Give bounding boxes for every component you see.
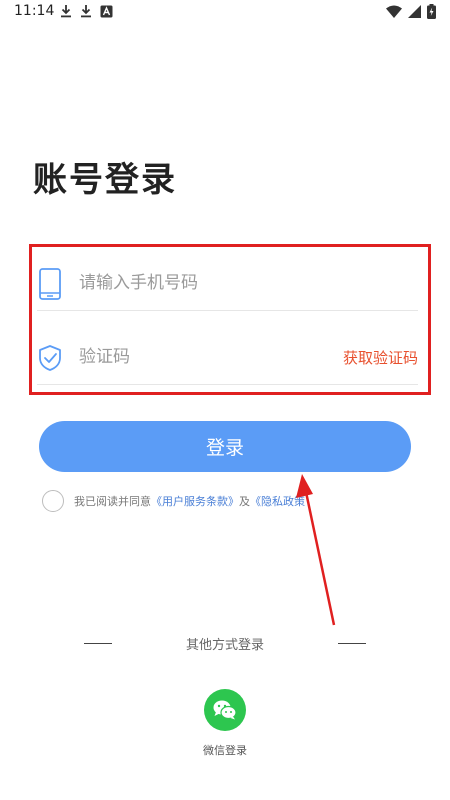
other-login-row: 其他方式登录	[0, 632, 450, 656]
phone-icon	[39, 268, 61, 300]
download-icon	[81, 5, 91, 18]
download-icon	[61, 5, 71, 18]
wifi-icon	[386, 5, 402, 18]
get-code-button[interactable]: 获取验证码	[343, 347, 418, 368]
divider-line-right	[338, 643, 366, 644]
agreement-checkbox[interactable]	[42, 490, 64, 512]
signal-icon	[408, 5, 421, 18]
battery-charging-icon	[427, 4, 436, 19]
page-title: 账号登录	[33, 160, 177, 200]
other-login-label: 其他方式登录	[185, 638, 264, 653]
phone-row	[32, 247, 428, 321]
a-icon	[100, 5, 113, 17]
status-time: 11:14	[14, 3, 55, 19]
agreement: 我已阅读并同意 《用户服务条款》 及 《隐私政策	[42, 490, 305, 512]
wechat-icon	[213, 700, 237, 720]
verification-code-input[interactable]	[79, 341, 339, 373]
status-bar: 11:14	[0, 0, 450, 24]
agreement-and: 及	[239, 495, 250, 508]
privacy-link[interactable]: 《隐私政策	[250, 493, 305, 509]
system-icons	[386, 4, 436, 19]
login-form-highlight: 获取验证码	[29, 244, 431, 395]
terms-link[interactable]: 《用户服务条款》	[151, 493, 239, 509]
wechat-login-button[interactable]	[204, 689, 246, 731]
agreement-prefix: 我已阅读并同意	[74, 495, 151, 508]
shield-check-icon	[39, 345, 61, 371]
notification-icons	[60, 4, 113, 18]
code-divider	[37, 384, 418, 385]
phone-divider	[37, 310, 418, 311]
wechat-login-label: 微信登录	[203, 744, 247, 757]
login-button[interactable]: 登录	[39, 421, 411, 472]
code-row: 获取验证码	[32, 321, 428, 395]
annotation-arrow	[296, 474, 336, 626]
phone-input[interactable]	[79, 267, 339, 299]
